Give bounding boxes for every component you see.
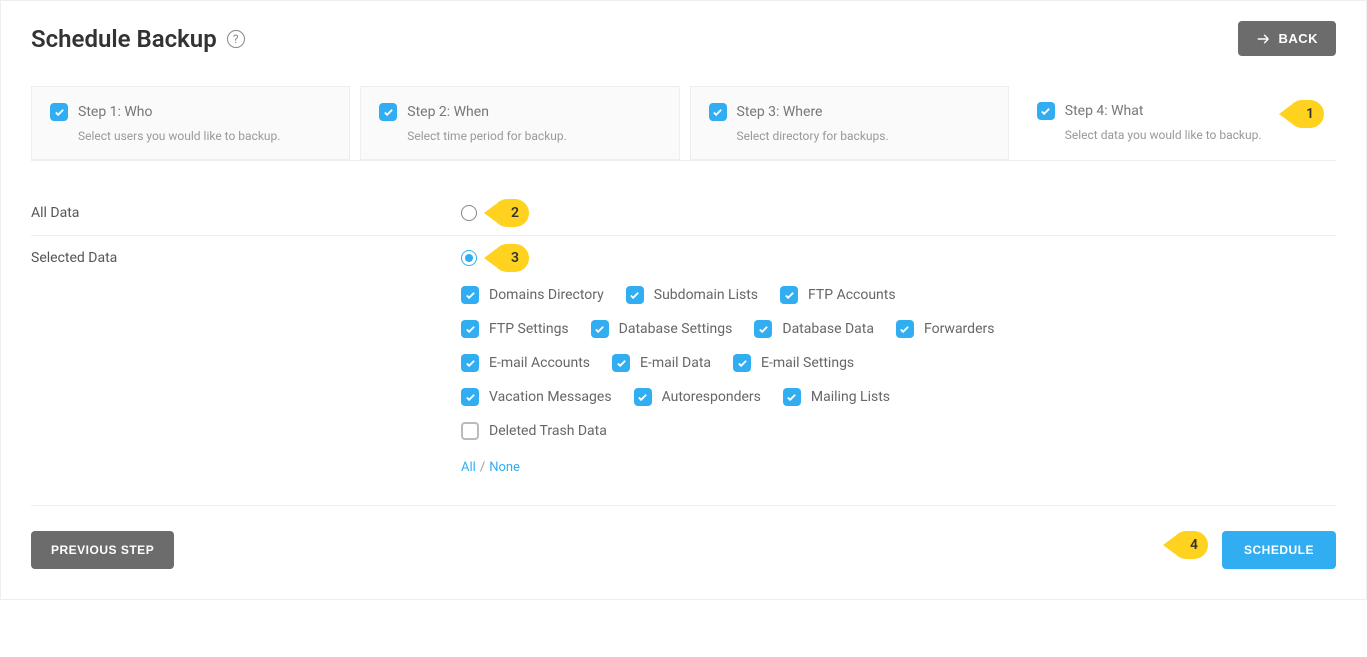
checkmark-icon: [709, 103, 727, 121]
checkbox-vacation-messages[interactable]: Vacation Messages: [461, 388, 612, 406]
checkmark-icon: [379, 103, 397, 121]
checkbox-icon: [461, 286, 479, 304]
page-container: Schedule Backup ? BACK Step 1: Who Selec…: [0, 0, 1367, 600]
select-none-link[interactable]: None: [489, 460, 520, 475]
checkbox-email-settings[interactable]: E-mail Settings: [733, 354, 854, 372]
select-all-link[interactable]: All: [461, 460, 476, 475]
checkbox-mailing-lists[interactable]: Mailing Lists: [783, 388, 890, 406]
header-row: Schedule Backup ? BACK: [31, 21, 1336, 56]
step-card-what[interactable]: Step 4: What Select data you would like …: [1019, 86, 1336, 160]
selected-data-control: 3: [461, 250, 1336, 266]
step-card-where[interactable]: Step 3: Where Select directory for backu…: [690, 86, 1009, 160]
step-desc: Select directory for backups.: [737, 129, 990, 143]
checkbox-subdomain-lists[interactable]: Subdomain Lists: [626, 286, 758, 304]
step-title: Step 3: Where: [737, 104, 823, 120]
all-none-links: All/None: [461, 460, 994, 475]
checkbox-icon: [461, 422, 479, 440]
checkbox-icon: [754, 320, 772, 338]
checkmark-icon: [1037, 102, 1055, 120]
step-title: Step 2: When: [407, 104, 489, 120]
checkbox-database-data[interactable]: Database Data: [754, 320, 874, 338]
step-desc: Select data you would like to backup.: [1065, 128, 1318, 142]
form-area: All Data 2 Selected Data 3 Domains Direc…: [31, 181, 1336, 506]
checkbox-domains-directory[interactable]: Domains Directory: [461, 286, 604, 304]
checkbox-deleted-trash[interactable]: Deleted Trash Data: [461, 422, 607, 440]
checkbox-icon: [634, 388, 652, 406]
selected-data-label: Selected Data: [31, 250, 461, 266]
checkbox-icon: [461, 320, 479, 338]
help-icon[interactable]: ?: [227, 30, 245, 48]
step-title: Step 4: What: [1065, 103, 1144, 119]
checkbox-icon: [612, 354, 630, 372]
checkbox-icon: [780, 286, 798, 304]
previous-step-button[interactable]: PREVIOUS STEP: [31, 531, 174, 569]
checkbox-forwarders[interactable]: Forwarders: [896, 320, 994, 338]
checkbox-autoresponders[interactable]: Autoresponders: [634, 388, 761, 406]
checkbox-email-accounts[interactable]: E-mail Accounts: [461, 354, 590, 372]
checkbox-icon: [461, 388, 479, 406]
selected-data-radio[interactable]: [461, 250, 477, 266]
checkbox-email-data[interactable]: E-mail Data: [612, 354, 711, 372]
step-desc: Select time period for backup.: [407, 129, 660, 143]
back-arrow-icon: [1256, 32, 1270, 46]
step-desc: Select users you would like to backup.: [78, 129, 331, 143]
all-data-control: 2: [461, 205, 1336, 221]
step-card-who[interactable]: Step 1: Who Select users you would like …: [31, 86, 350, 160]
callout-2: 2: [493, 199, 529, 227]
page-title-text: Schedule Backup: [31, 25, 217, 53]
checkbox-database-settings[interactable]: Database Settings: [591, 320, 733, 338]
callout-4: 4: [1172, 531, 1208, 559]
checkbox-group: Domains Directory Subdomain Lists FTP Ac…: [461, 286, 994, 475]
callout-3: 3: [493, 244, 529, 272]
checkbox-icon: [896, 320, 914, 338]
checkbox-icon: [591, 320, 609, 338]
footer-row: PREVIOUS STEP 4 SCHEDULE: [31, 531, 1336, 569]
step-title: Step 1: Who: [78, 104, 153, 120]
row-selected-data: Selected Data 3 Domains Directory Subdom…: [31, 236, 1336, 506]
back-button[interactable]: BACK: [1238, 21, 1336, 56]
checkbox-icon: [783, 388, 801, 406]
checkbox-icon: [626, 286, 644, 304]
checkbox-ftp-accounts[interactable]: FTP Accounts: [780, 286, 896, 304]
checkbox-icon: [733, 354, 751, 372]
schedule-button[interactable]: SCHEDULE: [1222, 531, 1336, 569]
all-data-radio[interactable]: [461, 205, 477, 221]
checkbox-icon: [461, 354, 479, 372]
all-data-label: All Data: [31, 205, 461, 221]
back-button-label: BACK: [1278, 31, 1318, 46]
checkbox-ftp-settings[interactable]: FTP Settings: [461, 320, 569, 338]
row-all-data: All Data 2: [31, 191, 1336, 236]
step-card-when[interactable]: Step 2: When Select time period for back…: [360, 86, 679, 160]
checkmark-icon: [50, 103, 68, 121]
page-title: Schedule Backup ?: [31, 25, 245, 53]
steps-row: Step 1: Who Select users you would like …: [31, 86, 1336, 161]
